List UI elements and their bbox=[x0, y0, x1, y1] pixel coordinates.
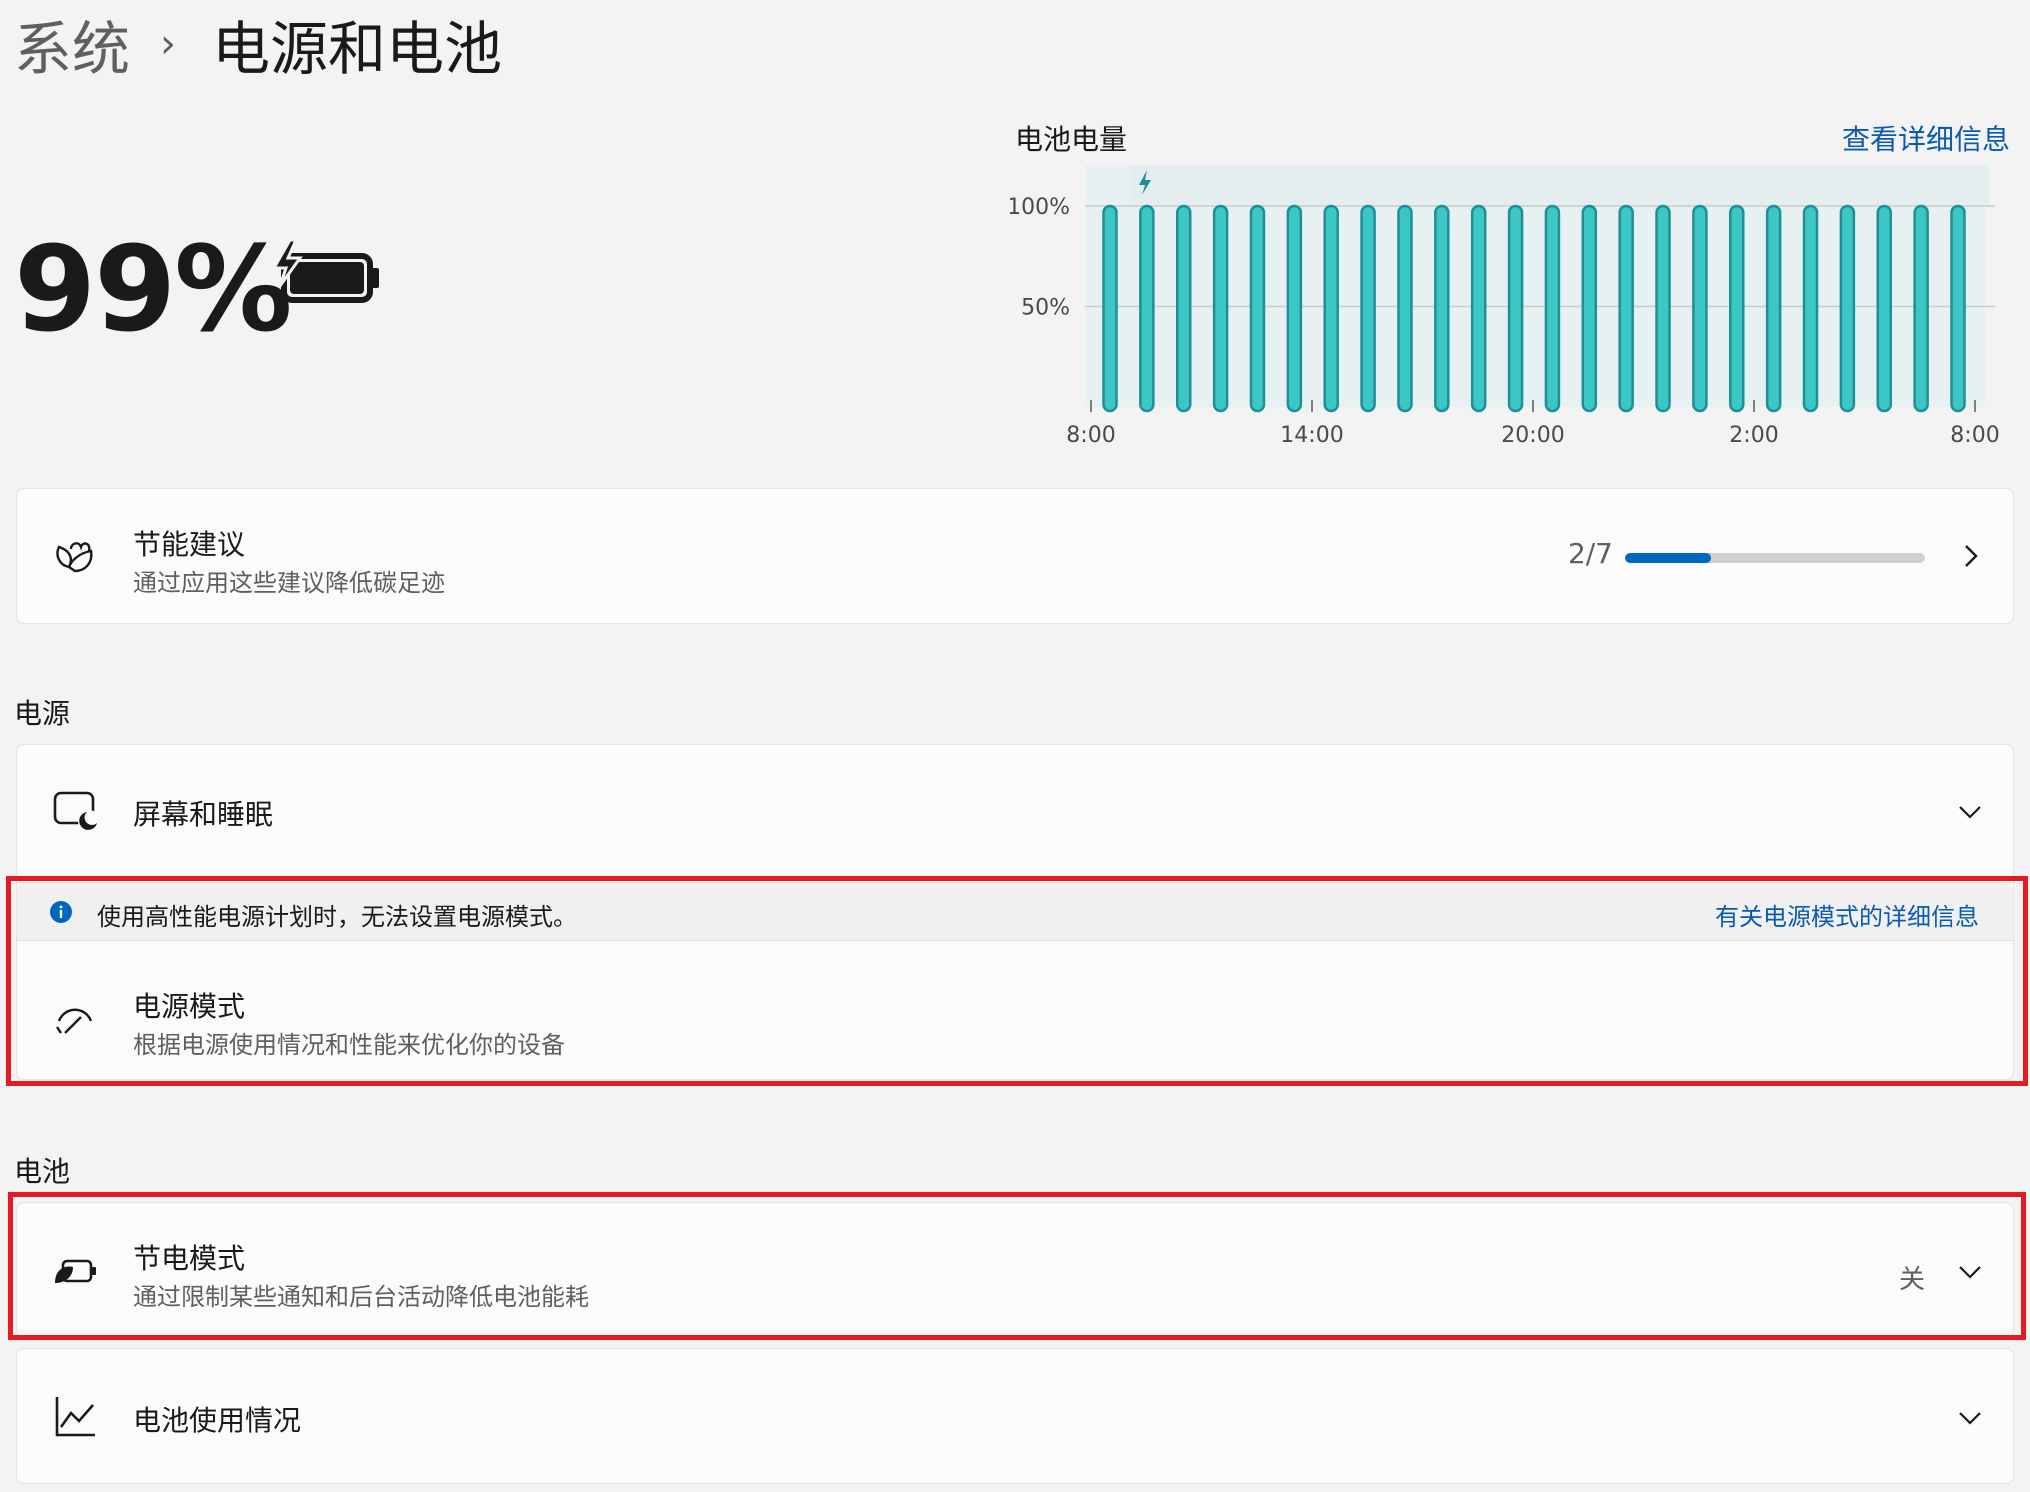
speedometer-icon bbox=[56, 1008, 93, 1034]
info-banner-text: 使用高性能电源计划时，无法设置电源模式。 bbox=[97, 903, 577, 931]
battery-level-chart: 100% 50% 8:00 14:00 20:00 2:00 8:00 bbox=[1010, 165, 2000, 448]
battery-saver-title: 节电模式 bbox=[133, 1242, 246, 1275]
battery-level-bar bbox=[1360, 204, 1376, 413]
leaf-heart-icon bbox=[56, 542, 93, 573]
battery-level-bar bbox=[1692, 204, 1708, 413]
battery-saver-status: 关 bbox=[1898, 1265, 1925, 1295]
view-details-link[interactable]: 查看详细信息 bbox=[1842, 118, 2010, 158]
chart-x-ticks: 8:00 14:00 20:00 2:00 8:00 bbox=[1066, 400, 2000, 448]
battery-usage-card[interactable]: 电池使用情况 bbox=[16, 1348, 2014, 1484]
energy-recommendations-subtitle: 通过应用这些建议降低碳足迹 bbox=[133, 569, 445, 597]
battery-level-bar bbox=[1950, 204, 1966, 413]
battery-level-bar bbox=[1839, 204, 1856, 413]
battery-level-bar bbox=[1729, 204, 1745, 413]
x-tick-label: 14:00 bbox=[1280, 423, 1343, 448]
power-mode-subtitle: 根据电源使用情况和性能来优化你的设备 bbox=[133, 1031, 565, 1059]
battery-saver-subtitle: 通过限制某些通知和后台活动降低电池能耗 bbox=[133, 1283, 589, 1311]
battery-level-bar bbox=[1581, 204, 1598, 413]
battery-level-bar bbox=[1876, 204, 1893, 413]
battery-usage-title: 电池使用情况 bbox=[133, 1404, 302, 1437]
battery-level-bar bbox=[1102, 204, 1118, 413]
battery-level-bar bbox=[1802, 204, 1819, 413]
chart-title: 电池电量 bbox=[1015, 123, 1128, 156]
battery-level-bar bbox=[1507, 204, 1524, 413]
chevron-down-icon[interactable] bbox=[1957, 1259, 1983, 1285]
battery-saver-icon bbox=[55, 1259, 96, 1283]
x-tick-label: 8:00 bbox=[1066, 423, 1115, 448]
breadcrumb-system-link[interactable]: 系统 bbox=[14, 2, 130, 86]
power-mode-info-banner: 使用高性能电源计划时，无法设置电源模式。 有关电源模式的详细信息 bbox=[17, 883, 2013, 941]
power-mode-card[interactable]: 使用高性能电源计划时，无法设置电源模式。 有关电源模式的详细信息 电源模式 根据… bbox=[16, 882, 2014, 1080]
battery-level-bar bbox=[1913, 204, 1929, 413]
power-section-label: 电源 bbox=[14, 697, 71, 730]
screen-and-sleep-title: 屏幕和睡眠 bbox=[133, 798, 274, 831]
x-tick-label: 20:00 bbox=[1501, 423, 1564, 448]
battery-level-bar bbox=[1139, 204, 1155, 413]
energy-progress-bar bbox=[1625, 553, 1925, 563]
x-tick-label: 8:00 bbox=[1950, 423, 1999, 448]
chart-line-icon bbox=[55, 1397, 95, 1437]
battery-level-bar bbox=[1434, 204, 1450, 413]
y-tick-label: 50% bbox=[1021, 296, 1070, 321]
battery-saver-card[interactable]: 节电模式 通过限制某些通知和后台活动降低电池能耗 关 bbox=[16, 1202, 2014, 1338]
breadcrumb: 系统 › 电源和电池 bbox=[14, 4, 502, 84]
energy-progress-text: 2/7 bbox=[1567, 537, 1613, 570]
battery-level-bar bbox=[1655, 204, 1671, 413]
battery-level-bar bbox=[1618, 204, 1634, 413]
energy-progress-fill bbox=[1625, 553, 1711, 563]
battery-level-bar bbox=[1249, 204, 1266, 413]
screen-sleep-icon bbox=[53, 791, 99, 832]
battery-level-bar bbox=[1470, 204, 1487, 413]
battery-level-bar bbox=[1323, 204, 1339, 413]
energy-recommendations-title: 节能建议 bbox=[133, 528, 246, 561]
chevron-right-icon bbox=[1965, 545, 1978, 567]
x-tick-label: 2:00 bbox=[1729, 423, 1778, 448]
power-mode-details-link[interactable]: 有关电源模式的详细信息 bbox=[1715, 897, 1979, 932]
breadcrumb-separator: › bbox=[160, 21, 177, 67]
battery-section-label: 电池 bbox=[14, 1155, 71, 1188]
battery-level-bar bbox=[1397, 204, 1413, 413]
page-title: 电源和电池 bbox=[212, 15, 503, 83]
chart-charging-band bbox=[1130, 165, 1990, 205]
power-mode-title: 电源模式 bbox=[133, 990, 246, 1023]
chevron-down-icon[interactable] bbox=[1957, 799, 1983, 825]
battery-level-bar bbox=[1765, 204, 1782, 413]
chart-y-ticks: 100% 50% bbox=[1010, 195, 1070, 321]
screen-and-sleep-card[interactable]: 屏幕和睡眠 bbox=[16, 744, 2014, 878]
battery-level-bar bbox=[1544, 204, 1561, 413]
info-icon bbox=[50, 901, 72, 923]
battery-level-bar bbox=[1286, 204, 1303, 413]
battery-level-bar bbox=[1212, 204, 1229, 413]
y-tick-label: 100% bbox=[1010, 195, 1070, 220]
battery-percent: 99% bbox=[14, 220, 292, 358]
battery-level-bar bbox=[1175, 204, 1192, 413]
energy-recommendations-card[interactable]: 节能建议 通过应用这些建议降低碳足迹 2/7 bbox=[16, 488, 2014, 624]
battery-charging-icon bbox=[271, 238, 379, 303]
chevron-down-icon[interactable] bbox=[1957, 1405, 1983, 1431]
